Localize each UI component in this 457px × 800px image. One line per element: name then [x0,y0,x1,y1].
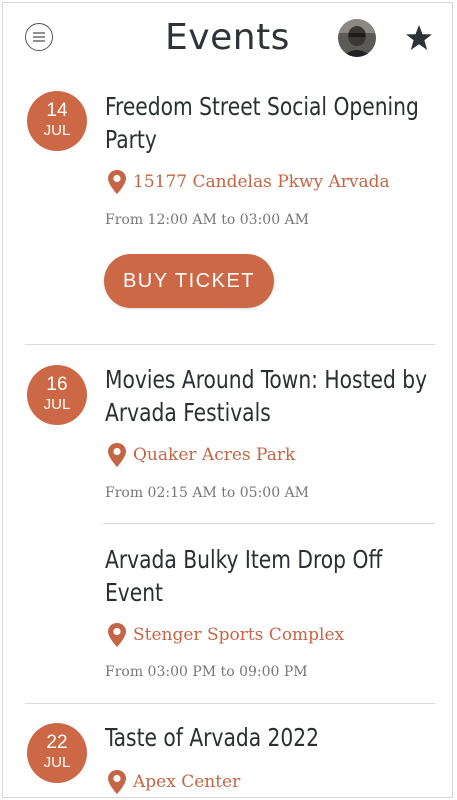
event-title[interactable]: Taste of Arvada 2022 [105,721,434,754]
event-location[interactable]: Stenger Sports Complex [107,620,344,650]
date-month: JUL [43,396,71,413]
location-pin-icon [108,623,126,647]
event-location-text: Apex Center [133,772,241,792]
date-day: 22 [46,732,68,753]
event-time: From 12:00 AM to 03:00 AM [105,212,309,228]
event-title[interactable]: Arvada Bulky Item Drop Off Event [105,543,434,609]
page-title: Events [165,17,290,58]
app-frame: Events 14 JUL Freedom Street Social Open… [2,2,453,798]
event-title[interactable]: Movies Around Town: Hosted by Arvada Fes… [105,363,434,429]
location-pin-icon [108,443,126,467]
date-badge: 14 JUL [27,91,87,151]
location-pin-icon [108,770,126,794]
event-time: From 03:00 PM to 09:00 PM [105,664,308,680]
date-day: 14 [46,100,68,121]
event-location-text: 15177 Candelas Pkwy Arvada [133,172,390,192]
event-location[interactable]: Quaker Acres Park [107,440,295,470]
buy-ticket-button[interactable]: BUY TICKET [104,254,274,308]
divider [25,703,435,704]
date-badge: 16 JUL [27,365,87,425]
event-location-text: Stenger Sports Complex [133,625,345,645]
favorites-button[interactable] [404,23,434,53]
event-location-text: Quaker Acres Park [133,445,296,465]
divider [103,523,435,524]
event-title[interactable]: Freedom Street Social Opening Party [105,90,434,156]
date-badge: 22 JUL [27,723,87,783]
date-month: JUL [43,754,71,771]
star-icon [406,25,432,50]
event-time: From 02:15 AM to 05:00 AM [105,485,309,501]
date-day: 16 [46,374,68,395]
avatar[interactable] [338,19,376,57]
date-month: JUL [43,122,71,139]
location-pin-icon [108,170,126,194]
event-location[interactable]: Apex Center [107,767,240,797]
event-location[interactable]: 15177 Candelas Pkwy Arvada [107,167,390,197]
divider [25,344,435,345]
